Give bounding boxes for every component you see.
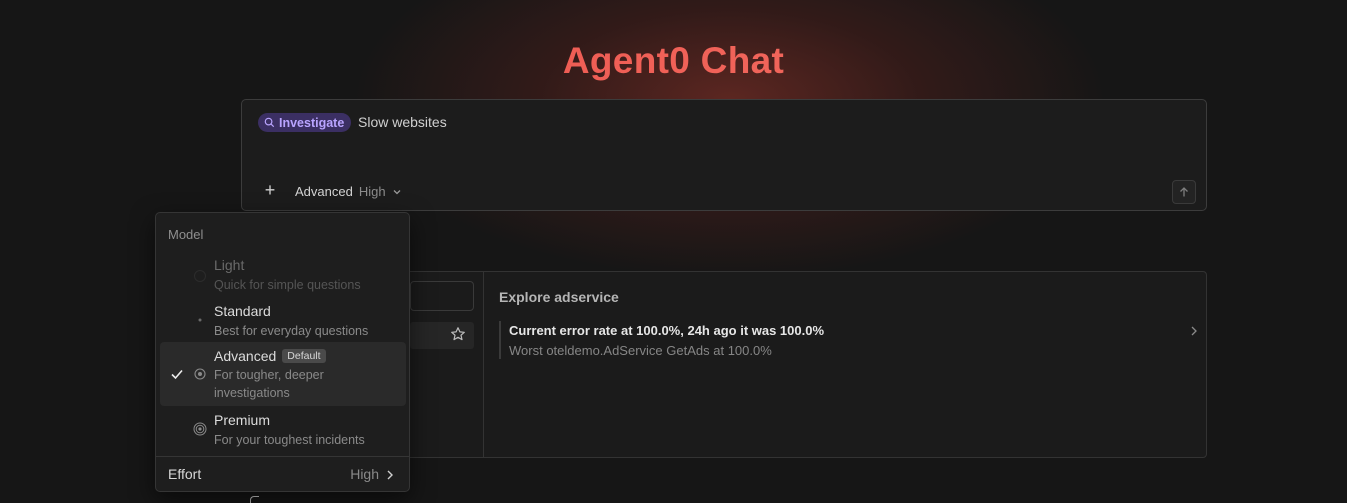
model-selector[interactable]: Advanced High <box>295 184 402 199</box>
panel-search-input[interactable] <box>410 281 474 311</box>
default-badge: Default <box>282 349 326 363</box>
model-option-advanced[interactable]: Advanced Default For tougher, deeper inve… <box>160 342 406 406</box>
insight-title: Current error rate at 100.0%, 24h ago it… <box>509 323 825 338</box>
insight-subtitle: Worst oteldemo.AdService GetAds at 100.0… <box>509 343 772 358</box>
model-option-standard[interactable]: Standard Best for everyday questions <box>160 299 406 341</box>
model-desc: Quick for simple questions <box>214 278 361 292</box>
model-level-icon <box>193 422 207 436</box>
model-desc: Best for everyday questions <box>214 324 369 338</box>
model-name: Premium <box>214 412 271 428</box>
chevron-down-icon <box>393 189 401 194</box>
arrow-up-icon <box>1180 187 1188 197</box>
model-desc: For your toughest incidents <box>214 433 365 447</box>
search-icon <box>264 117 275 128</box>
model-name: Standard <box>214 303 271 319</box>
model-level-icon <box>194 270 206 282</box>
model-level-icon <box>198 318 202 322</box>
panel-divider <box>483 272 484 457</box>
insight-item[interactable]: Current error rate at 100.0%, 24h ago it… <box>499 321 1199 359</box>
chevron-right-icon[interactable] <box>385 469 395 481</box>
model-dropdown: Model Light Quick for simple questions S… <box>155 212 410 492</box>
model-desc: For tougher, deeper investigations <box>214 368 324 400</box>
explore-title: Explore adservice <box>499 289 619 305</box>
send-button[interactable] <box>1172 180 1196 204</box>
dropdown-header: Model <box>168 227 204 242</box>
model-name: Advanced Default <box>214 348 326 364</box>
chat-composer[interactable]: Investigate Slow websites + Advanced Hig… <box>241 99 1207 211</box>
check-icon <box>171 369 183 380</box>
model-name: Light <box>214 257 245 273</box>
chip-label: Investigate <box>279 115 345 130</box>
star-icon[interactable] <box>450 326 466 342</box>
plus-icon[interactable]: + <box>262 181 278 199</box>
effort-value: High <box>358 184 386 199</box>
model-name-text: Advanced <box>214 348 277 364</box>
model-value: Advanced <box>295 184 353 199</box>
model-option-light[interactable]: Light Quick for simple questions <box>160 253 406 295</box>
query-text[interactable]: Slow websites <box>358 114 447 130</box>
effort-selected[interactable]: High <box>350 466 379 482</box>
effort-label[interactable]: Effort <box>168 466 201 482</box>
chevron-right-icon <box>1191 326 1197 336</box>
model-option-premium[interactable]: Premium For your toughest incidents <box>160 408 406 450</box>
dropdown-divider <box>156 456 409 457</box>
investigate-chip[interactable]: Investigate <box>258 113 352 132</box>
page-title: Agent0 Chat <box>0 40 1347 82</box>
model-level-icon <box>194 368 206 380</box>
